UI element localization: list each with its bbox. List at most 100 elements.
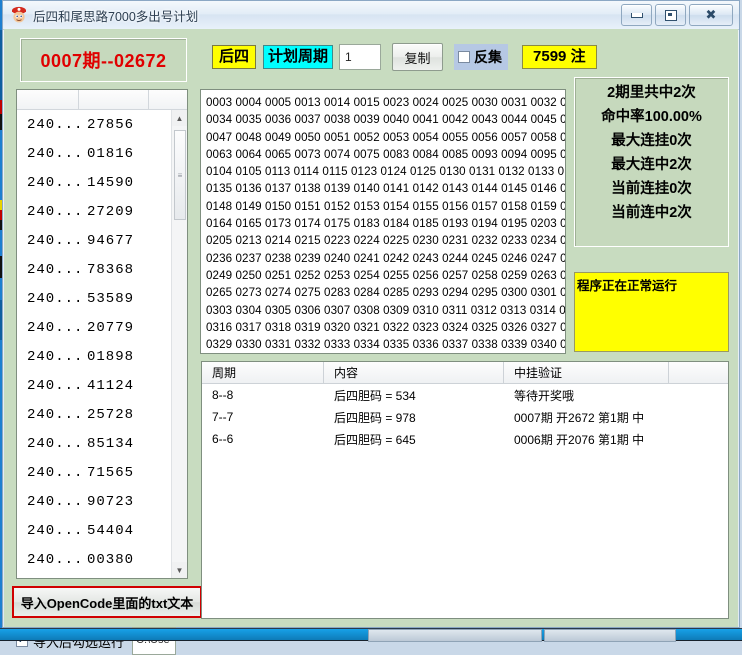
list-item-number: 94677 bbox=[87, 232, 135, 249]
column-header-extra[interactable] bbox=[669, 362, 728, 383]
cell-period: 8--8 bbox=[212, 388, 234, 402]
stat-line: 2期里共中2次 bbox=[607, 85, 696, 101]
list-item-number: 01816 bbox=[87, 145, 135, 162]
list-item[interactable]: 240... 14590 bbox=[17, 168, 171, 197]
list-item-number: 20779 bbox=[87, 319, 135, 336]
list-item-period: 240... bbox=[27, 377, 84, 394]
cell-period: 6--6 bbox=[212, 432, 234, 446]
title-bar: 后四和尾思路7000多出号计划 ✖ bbox=[3, 1, 739, 30]
column-header-content[interactable]: 内容 bbox=[324, 362, 504, 383]
scroll-up-icon[interactable]: ▲ bbox=[172, 110, 187, 126]
table-row[interactable]: 6--6 后四胆码 = 645 0006期 开2076 第1期 中 bbox=[202, 428, 728, 450]
number-row: 0265 0273 0274 0275 0283 0284 0285 0293 … bbox=[206, 286, 566, 300]
client-area: 0007期--02672 后四 计划周期 1 复制 反集 7599 注 240.… bbox=[4, 29, 738, 655]
list-item[interactable]: 240... 90723 bbox=[17, 487, 171, 516]
results-table-body: 8--8 后四胆码 = 534 等待开奖哦 7--7 后四胆码 = 978 0007期 开… bbox=[202, 384, 728, 450]
column-header-period[interactable]: 周期 bbox=[202, 362, 324, 383]
cell-period: 7--7 bbox=[212, 410, 234, 424]
list-item-period: 240... bbox=[27, 522, 84, 539]
cell-verify: 0007期 开2672 第1期 中 bbox=[514, 410, 645, 425]
taskbar-item[interactable] bbox=[368, 629, 542, 642]
history-list-panel[interactable]: 240... 27856 240... 01816 240... 14590 240... 2… bbox=[16, 89, 188, 579]
list-item[interactable]: 240... 01816 bbox=[17, 139, 171, 168]
number-row: 0063 0064 0065 0073 0074 0075 0083 0084 … bbox=[206, 147, 566, 161]
list-item[interactable]: 240... 54404 bbox=[17, 516, 171, 545]
list-item-number: 41124 bbox=[87, 377, 135, 394]
number-row: 0135 0136 0137 0138 0139 0140 0141 0142 … bbox=[206, 182, 566, 196]
list-item[interactable]: 240... 27209 bbox=[17, 197, 171, 226]
stat-line: 最大连中2次 bbox=[611, 157, 692, 173]
cycle-label: 计划周期 bbox=[263, 44, 334, 70]
list-item[interactable]: 240... 94677 bbox=[17, 226, 171, 255]
list-item-period: 240... bbox=[27, 464, 84, 481]
number-row: 0249 0250 0251 0252 0253 0254 0255 0256 … bbox=[206, 268, 566, 282]
taskbar bbox=[0, 628, 742, 642]
number-row: 0164 0165 0173 0174 0175 0183 0184 0185 … bbox=[206, 217, 566, 231]
import-opencode-button[interactable]: 导入OpenCode里面的txt文本 bbox=[12, 586, 202, 618]
status-box: 程序正在正常运行 bbox=[574, 272, 729, 352]
stat-line: 最大连挂0次 bbox=[611, 133, 692, 149]
history-col-header-2[interactable] bbox=[79, 90, 149, 109]
results-table[interactable]: 周期 内容 中挂验证 8--8 后四胆码 = 534 等待开奖哦 7--7 后四胆码 =… bbox=[201, 361, 729, 619]
maximize-icon bbox=[664, 9, 677, 21]
number-row: 0205 0213 0214 0215 0223 0224 0225 0230 … bbox=[206, 234, 566, 248]
list-item-period: 240... bbox=[27, 290, 84, 307]
list-item[interactable]: 240... 00380 bbox=[17, 545, 171, 574]
number-row: 0047 0048 0049 0050 0051 0052 0053 0054 … bbox=[206, 130, 566, 144]
list-item[interactable]: 240... 20779 bbox=[17, 313, 171, 342]
invert-label: 反集 bbox=[474, 49, 503, 65]
list-item-number: 27209 bbox=[87, 203, 135, 220]
number-row: 0329 0330 0331 0332 0333 0334 0335 0336 … bbox=[206, 338, 566, 352]
invert-checkbox-group[interactable]: 反集 bbox=[454, 44, 509, 70]
history-list-scrollbar[interactable]: ▲ ≡ ▼ bbox=[171, 110, 187, 578]
table-row[interactable]: 8--8 后四胆码 = 534 等待开奖哦 bbox=[202, 384, 728, 406]
history-list-header bbox=[17, 90, 187, 110]
list-item-period: 240... bbox=[27, 261, 84, 278]
list-item-number: 90723 bbox=[87, 493, 135, 510]
column-header-verify[interactable]: 中挂验证 bbox=[504, 362, 669, 383]
taskbar-item[interactable] bbox=[544, 629, 676, 642]
cycle-input[interactable]: 1 bbox=[339, 44, 382, 70]
cell-content: 后四胆码 = 978 bbox=[334, 410, 416, 425]
cell-verify: 等待开奖哦 bbox=[514, 388, 575, 403]
current-draw-display: 0007期--02672 bbox=[20, 38, 187, 82]
list-item-number: 54404 bbox=[87, 522, 135, 539]
number-row: 0034 0035 0036 0037 0038 0039 0040 0041 … bbox=[206, 113, 566, 127]
list-item[interactable]: 240... 25728 bbox=[17, 400, 171, 429]
list-item-number: 00380 bbox=[87, 551, 135, 568]
invert-checkbox[interactable] bbox=[458, 51, 471, 63]
history-col-header-1[interactable] bbox=[17, 90, 79, 109]
list-item-period: 240... bbox=[27, 435, 84, 452]
mode-tab-houshi[interactable]: 后四 bbox=[212, 44, 257, 70]
list-item-number: 85134 bbox=[87, 435, 135, 452]
close-button[interactable]: ✖ bbox=[689, 4, 733, 26]
list-item[interactable]: 240... 71565 bbox=[17, 458, 171, 487]
list-item[interactable]: 240... 53589 bbox=[17, 284, 171, 313]
table-row[interactable]: 7--7 后四胆码 = 978 0007期 开2672 第1期 中 bbox=[202, 406, 728, 428]
list-item[interactable]: 240... 78368 bbox=[17, 255, 171, 284]
list-item[interactable]: 240... 27856 bbox=[17, 110, 171, 139]
scrollbar-thumb[interactable]: ≡ bbox=[174, 130, 186, 220]
screen: 后四和尾思路7000多出号计划 ✖ 0007期--02672 后四 计划周期 1… bbox=[0, 0, 742, 655]
list-item-number: 01898 bbox=[87, 348, 135, 365]
list-item-period: 240... bbox=[27, 174, 84, 191]
list-item[interactable]: 240... 01898 bbox=[17, 342, 171, 371]
list-item[interactable]: 240... 85134 bbox=[17, 429, 171, 458]
number-grid[interactable]: 0003 0004 0005 0013 0014 0015 0023 0024 … bbox=[200, 89, 566, 354]
list-item-number: 27856 bbox=[87, 116, 135, 133]
copy-button[interactable]: 复制 bbox=[392, 43, 444, 71]
stat-line: 当前连中2次 bbox=[611, 205, 692, 221]
number-row: 0316 0317 0318 0319 0320 0321 0322 0323 … bbox=[206, 320, 566, 334]
number-row: 0148 0149 0150 0151 0152 0153 0154 0155 … bbox=[206, 199, 566, 213]
bet-count-badge: 7599 注 bbox=[522, 44, 597, 70]
stat-line: 当前连挂0次 bbox=[611, 181, 692, 197]
minimize-button[interactable] bbox=[621, 4, 652, 26]
scroll-down-icon[interactable]: ▼ bbox=[172, 562, 187, 578]
list-item[interactable]: 240...64722 bbox=[17, 574, 171, 578]
maximize-button[interactable] bbox=[655, 4, 686, 26]
minimize-icon bbox=[630, 12, 643, 18]
list-item[interactable]: 240... 41124 bbox=[17, 371, 171, 400]
history-list-body[interactable]: 240... 27856 240... 01816 240... 14590 240... 2… bbox=[17, 110, 171, 578]
window-controls: ✖ bbox=[621, 4, 733, 26]
history-col-header-3[interactable] bbox=[149, 90, 187, 109]
